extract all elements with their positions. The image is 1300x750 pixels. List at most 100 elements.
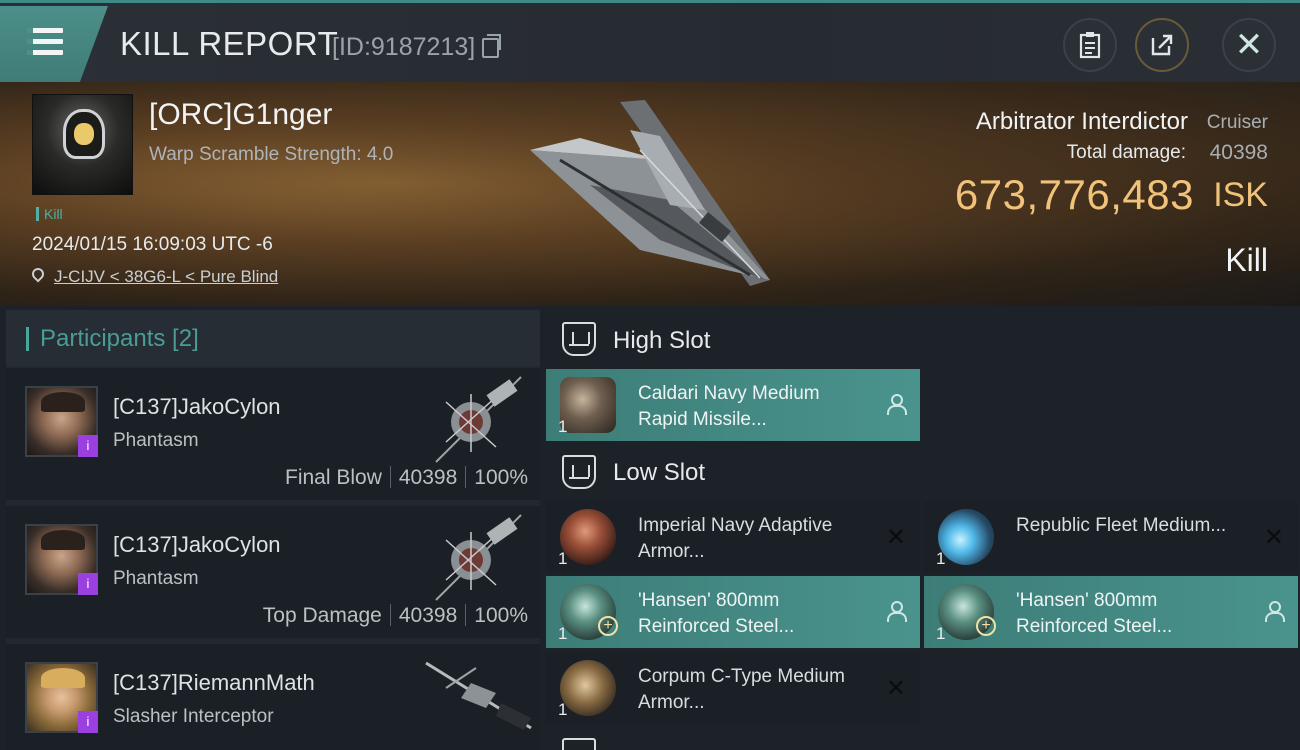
module-item[interactable]: 1 Caldari Navy Medium Rapid Missile...	[546, 369, 920, 441]
participant-stats: Final Blow 40398 100%	[285, 466, 528, 490]
kill-datetime: 2024/01/15 16:09:03 UTC -6	[32, 234, 273, 255]
share-button[interactable]	[1135, 18, 1189, 72]
header-accent	[26, 327, 29, 351]
x-icon: ✕	[1263, 524, 1284, 551]
participant-avatar[interactable]: i	[25, 524, 98, 595]
corp-badge-icon: i	[78, 573, 98, 595]
isk-unit: ISK	[1213, 176, 1268, 214]
divider	[389, 604, 391, 626]
module-image	[938, 509, 994, 565]
high-slot-title: High Slot	[613, 327, 711, 354]
mid-slot-icon	[562, 738, 596, 750]
participant-ship-image	[435, 376, 522, 463]
avatar-hair	[41, 668, 85, 688]
module-item[interactable]: + 1 'Hansen' 800mm Reinforced Steel...	[924, 576, 1298, 648]
menu-icon-dot	[27, 50, 33, 55]
participant-damage: 40398	[398, 466, 458, 489]
module-quantity: 1	[936, 549, 946, 568]
module-quantity: 1	[558, 417, 568, 436]
x-icon: ✕	[885, 524, 906, 551]
x-icon: ✕	[885, 675, 906, 702]
module-image	[560, 660, 616, 716]
kill-tag: Kill	[36, 206, 63, 222]
person-icon	[886, 601, 907, 622]
total-damage-label: Total damage:	[1066, 142, 1186, 163]
warp-scramble-strength: Warp Scramble Strength: 4.0	[149, 144, 394, 165]
module-name: Corpum C-Type Medium Armor...	[638, 666, 845, 713]
participant-avatar[interactable]: i	[25, 386, 98, 457]
top-bar: KILL REPORT [ID:9187213] ✕	[0, 0, 1300, 82]
location-pin-icon	[29, 265, 47, 283]
participant-card[interactable]: i [C137]JakoCylon Phantasm Top Damage 403…	[6, 506, 540, 638]
clipboard-icon	[1079, 32, 1101, 59]
isk-value: 673,776,483	[954, 171, 1194, 218]
kill-location-link[interactable]: J-CIJV < 38G6-L < Pure Blind	[54, 267, 278, 287]
module-item[interactable]: 1 Corpum C-Type Medium Armor... ✕	[546, 652, 920, 724]
corp-badge-icon: i	[78, 435, 98, 457]
corp-badge-icon: i	[78, 711, 98, 733]
victim-ship-name[interactable]: Arbitrator Interdictor	[976, 108, 1188, 136]
participant-card[interactable]: i [C137]RiemannMath Slasher Interceptor	[6, 644, 540, 750]
close-button[interactable]: ✕	[1222, 18, 1276, 72]
participant-card[interactable]: i [C137]JakoCylon Phantasm Final Blow 403…	[6, 368, 540, 500]
avatar-visor	[74, 123, 94, 145]
module-image	[560, 509, 616, 565]
participant-damage: 40398	[398, 604, 458, 627]
module-quantity: 1	[558, 624, 568, 643]
kill-summary-banner: [ORC]G1nger Warp Scramble Strength: 4.0 …	[0, 82, 1300, 306]
participant-stats: Top Damage 40398 100%	[263, 604, 528, 628]
participant-percent: 100%	[474, 604, 528, 627]
module-quantity: 1	[936, 624, 946, 643]
total-damage-value: 40398	[1209, 141, 1268, 164]
page-title: KILL REPORT	[120, 25, 339, 62]
low-slot-title: Low Slot	[613, 459, 706, 486]
high-slot-icon	[562, 322, 596, 356]
copy-icon[interactable]	[482, 34, 501, 58]
menu-icon-dot	[27, 39, 33, 44]
person-icon	[1264, 601, 1285, 622]
module-quantity: 1	[558, 549, 568, 568]
plus-icon: +	[976, 616, 996, 636]
module-name: Republic Fleet Medium...	[1016, 515, 1227, 536]
avatar-hair	[41, 392, 85, 412]
low-slot-icon	[562, 455, 596, 489]
divider	[465, 604, 467, 626]
module-name: Caldari Navy Medium Rapid Missile...	[638, 383, 820, 430]
participant-name[interactable]: [C137]JakoCylon	[113, 532, 281, 558]
participant-percent: 100%	[474, 466, 528, 489]
participant-ship: Slasher Interceptor	[113, 706, 274, 727]
participant-name[interactable]: [C137]RiemannMath	[113, 670, 315, 696]
participant-name[interactable]: [C137]JakoCylon	[113, 394, 281, 420]
person-icon	[886, 394, 907, 415]
module-name: Imperial Navy Adaptive Armor...	[638, 515, 833, 562]
victim-avatar[interactable]	[32, 94, 133, 195]
participant-avatar[interactable]: i	[25, 662, 98, 733]
clipboard-button[interactable]	[1063, 18, 1117, 72]
participant-ship: Phantasm	[113, 430, 199, 451]
participant-role: Top Damage	[262, 604, 382, 627]
report-id: [ID:9187213]	[332, 33, 476, 61]
module-name: 'Hansen' 800mm Reinforced Steel...	[638, 590, 795, 637]
module-item[interactable]: + 1 'Hansen' 800mm Reinforced Steel...	[546, 576, 920, 648]
victim-ship-class: Cruiser	[1206, 112, 1268, 133]
participants-header: Participants [2]	[6, 310, 540, 366]
participant-ship-image	[425, 661, 532, 730]
module-name: 'Hansen' 800mm Reinforced Steel...	[1016, 590, 1173, 637]
avatar-hair	[41, 530, 85, 550]
participant-ship: Phantasm	[113, 568, 199, 589]
module-quantity: 1	[558, 700, 568, 719]
close-icon: ✕	[1234, 26, 1264, 64]
module-image	[560, 377, 616, 433]
kill-status: Kill	[1225, 242, 1268, 278]
divider	[465, 466, 467, 488]
plus-icon: +	[598, 616, 618, 636]
module-item[interactable]: 1 Imperial Navy Adaptive Armor... ✕	[546, 501, 920, 573]
menu-button[interactable]	[0, 6, 108, 82]
divider	[389, 466, 391, 488]
menu-icon-dot	[27, 28, 33, 33]
victim-ship-image	[530, 100, 770, 286]
victim-name[interactable]: [ORC]G1nger	[149, 98, 332, 132]
module-item[interactable]: 1 Republic Fleet Medium... ✕	[924, 501, 1298, 573]
participants-panel: Participants [2] i [C137]JakoCylon Phant…	[6, 310, 540, 750]
participant-ship-image	[435, 514, 522, 601]
